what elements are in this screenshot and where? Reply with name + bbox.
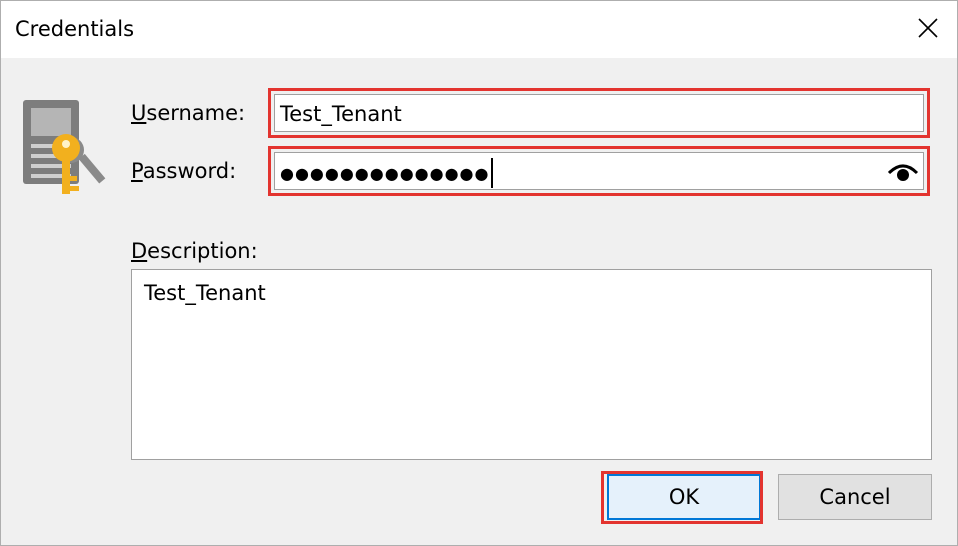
window-title: Credentials [15,17,135,41]
text-caret [491,158,494,188]
username-field[interactable]: Test_Tenant [274,94,924,132]
description-field[interactable]: Test_Tenant [131,269,932,460]
password-field[interactable]: ●●●●●●●●●●●●●● [274,152,924,190]
password-mask: ●●●●●●●●●●●●●● [280,164,490,183]
credentials-dialog: Credentials Username: Test_Tenant Passwo… [0,0,958,546]
close-icon[interactable] [913,13,943,43]
description-label: Description: [131,239,258,263]
ok-button[interactable]: OK [607,474,761,520]
cancel-button[interactable]: Cancel [778,474,932,520]
username-label: Username: [131,101,246,125]
title-bar: Credentials [1,1,957,58]
eye-icon[interactable] [887,159,919,183]
password-label: Password: [131,159,237,183]
credentials-key-icon [23,100,106,194]
